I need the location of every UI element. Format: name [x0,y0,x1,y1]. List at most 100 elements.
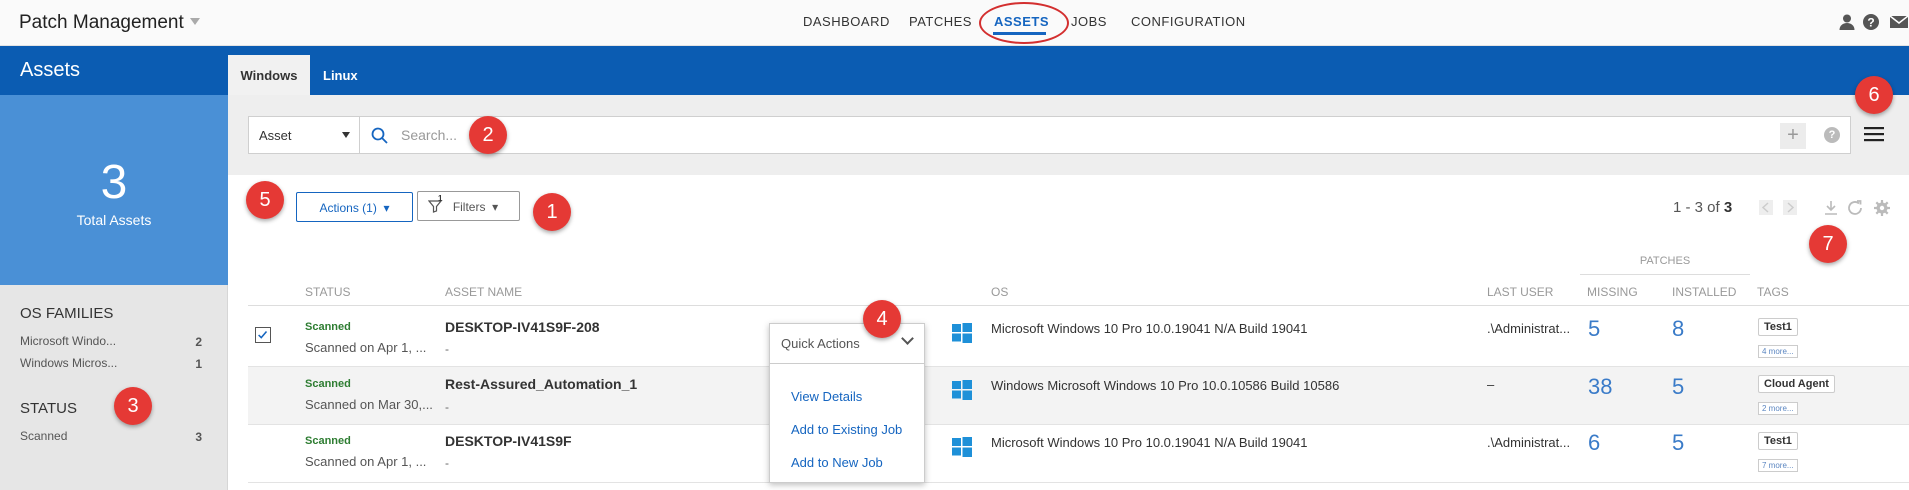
svg-text:?: ? [1867,16,1874,30]
asset-name-link[interactable]: Rest-Assured_Automation_1 [445,376,637,392]
filters-label: Filters [452,200,486,214]
tab-linux[interactable]: Linux [323,55,358,95]
row-checkbox[interactable] [255,327,271,343]
status-text: Scanned [305,378,351,390]
add-search-button[interactable]: + [1780,123,1806,149]
menu-item-add-to-new-job[interactable]: Add to New Job [791,455,883,470]
settings-icon[interactable] [1873,199,1891,217]
search-type-select[interactable]: Asset [249,117,360,153]
chevron-down-icon [901,332,914,345]
last-user-text: .\Administrat... [1487,435,1571,450]
refresh-icon[interactable] [1846,199,1864,217]
status-heading: STATUS [20,400,77,417]
actions-button[interactable]: Actions (1) ▾ [296,192,413,222]
nav-dashboard[interactable]: DASHBOARD [803,14,890,29]
windows-icon [952,437,972,457]
last-user-text: .\Administrat... [1487,321,1571,336]
next-page-icon[interactable] [1782,199,1800,217]
total-assets-value: 3 [100,156,128,209]
app-switcher-caret-icon[interactable] [190,18,200,25]
windows-icon [952,380,972,400]
tag-badge[interactable]: Test1 [1758,318,1798,336]
windows-icon [952,323,972,343]
tag-badge[interactable]: Test1 [1758,432,1798,450]
col-tags[interactable]: TAGS [1757,285,1789,299]
sidebar-title: Assets [0,46,228,95]
actions-label: Actions (1) [319,201,377,215]
mail-icon[interactable] [1889,13,1909,31]
more-tags-link[interactable]: 2 more... [1758,402,1798,415]
nav-patches[interactable]: PATCHES [909,14,972,29]
asset-subtext: - [445,400,449,414]
last-user-text: – [1487,377,1495,392]
tab-windows[interactable]: Windows [228,55,310,95]
paging-range: 1 - 3 of [1673,199,1720,216]
status-text: Scanned [305,435,351,447]
callout-marker: 7 [1809,225,1847,263]
os-family-item[interactable]: Microsoft Windo... [20,334,116,348]
scanned-on-text: Scanned on Mar 30,... [305,397,433,412]
scanned-on-text: Scanned on Apr 1, ... [305,454,427,469]
pagination-info: 1 - 3 of 3 [1673,199,1732,216]
table-row[interactable] [248,309,1909,367]
filter-count-badge: 1 [438,194,443,203]
os-text: Microsoft Windows 10 Pro 10.0.19041 N/A … [991,435,1308,450]
os-text: Microsoft Windows 10 Pro 10.0.19041 N/A … [991,321,1308,336]
user-icon[interactable] [1838,13,1856,31]
quick-actions-menu: Quick Actions View Details Add to Existi… [769,323,925,483]
installed-count[interactable]: 5 [1672,374,1684,400]
filters-button[interactable]: 1 Filters ▾ [417,191,520,221]
installed-count[interactable]: 8 [1672,316,1684,342]
search-input[interactable]: Search... [401,127,457,143]
header-divider [248,305,1909,306]
nav-configuration[interactable]: CONFIGURATION [1131,14,1246,29]
os-family-count: 2 [195,335,202,349]
paging-total: 3 [1723,199,1733,216]
missing-count[interactable]: 38 [1588,374,1612,400]
more-tags-link[interactable]: 7 more... [1758,459,1798,472]
sidebar-filters: OS FAMILIES Microsoft Windo... 2 Windows… [0,285,228,490]
download-icon[interactable] [1822,199,1840,217]
status-filter-item[interactable]: Scanned [20,429,67,443]
col-last-user[interactable]: LAST USER [1487,285,1553,299]
menu-icon[interactable] [1864,126,1884,142]
top-bar: Patch Management DASHBOARD PATCHES ASSET… [0,0,1909,46]
app-title[interactable]: Patch Management [19,12,184,34]
callout-marker: 5 [246,181,284,219]
tag-badge[interactable]: Cloud Agent [1758,375,1835,393]
missing-count[interactable]: 6 [1588,430,1600,456]
prev-page-icon[interactable] [1758,199,1776,217]
more-tags-link[interactable]: 4 more... [1758,345,1798,358]
os-text: Windows Microsoft Windows 10 Pro 10.0.10… [991,378,1340,393]
col-missing[interactable]: MISSING [1587,285,1638,299]
col-status[interactable]: STATUS [305,285,351,299]
menu-item-add-to-existing-job[interactable]: Add to Existing Job [791,422,902,437]
highlight-ring [979,2,1069,44]
select-caret-icon [342,132,350,138]
scanned-on-text: Scanned on Apr 1, ... [305,340,427,355]
menu-item-view-details[interactable]: View Details [791,389,862,404]
callout-marker: 4 [863,300,901,338]
col-os[interactable]: OS [991,285,1008,299]
installed-count[interactable]: 5 [1672,430,1684,456]
col-asset-name[interactable]: ASSET NAME [445,285,522,299]
search-icon [371,127,388,144]
asset-subtext: - [445,342,449,356]
checkmark-icon [258,330,268,339]
total-assets-card: 3 Total Assets [0,95,228,285]
asset-subtext: - [445,456,449,470]
os-family-count: 1 [195,357,202,371]
search-type-value: Asset [259,128,292,143]
callout-marker: 1 [533,193,571,231]
asset-name-link[interactable]: DESKTOP-IV41S9F [445,433,572,449]
status-text: Scanned [305,321,351,333]
os-family-item[interactable]: Windows Micros... [20,356,117,370]
nav-jobs[interactable]: JOBS [1071,14,1107,29]
asset-name-link[interactable]: DESKTOP-IV41S9F-208 [445,319,600,335]
missing-count[interactable]: 5 [1588,316,1600,342]
help-icon[interactable]: ? [1862,13,1880,31]
total-assets-label: Total Assets [76,212,152,228]
col-installed[interactable]: INSTALLED [1672,285,1736,299]
search-help-icon[interactable]: ? [1824,127,1840,143]
quick-actions-toggle[interactable]: Quick Actions [770,324,924,364]
